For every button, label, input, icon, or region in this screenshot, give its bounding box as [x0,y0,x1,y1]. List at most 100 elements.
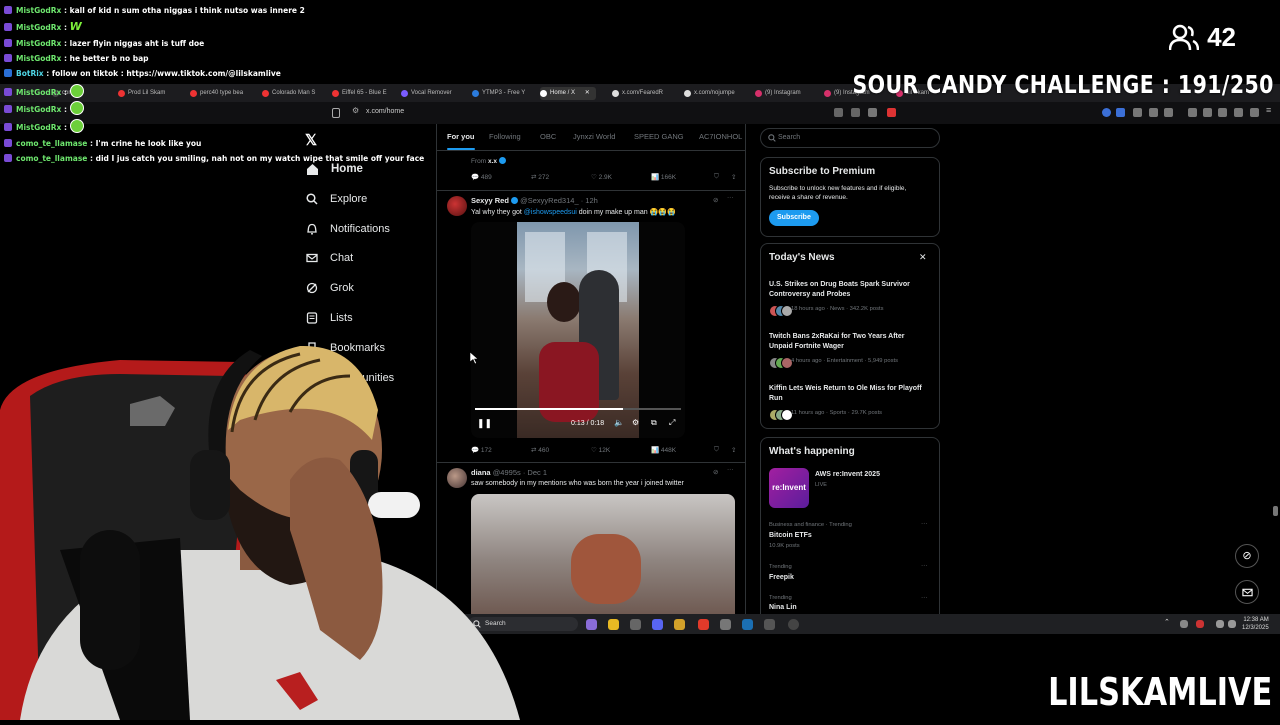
like-button[interactable]: ♡ 12K [591,446,610,454]
browser-tab[interactable]: Eiffel 65 - Blue E [332,87,387,100]
close-icon[interactable]: ✕ [919,252,927,263]
screenshot-icon[interactable] [834,108,843,117]
grok-icon[interactable]: ⊘ [713,196,718,204]
mention-link[interactable]: @ishowspeedsui [524,209,577,216]
subscribe-button[interactable]: Subscribe [769,210,819,226]
browser-tab[interactable]: Vocal Remover [401,87,452,100]
news-item-title[interactable]: Twitch Bans 2xRaKai for Two Years After … [769,332,929,352]
close-tab-icon[interactable]: ✕ [585,90,590,96]
avatar[interactable] [447,196,467,216]
browser-tab[interactable]: x.com/nojumpe [684,87,735,100]
shield-icon[interactable] [868,108,877,117]
settings-icon[interactable]: ⚙ [632,418,639,427]
event-title[interactable]: AWS re:Invent 2025 [815,471,880,478]
messages-button[interactable] [1235,580,1259,604]
event-thumbnail[interactable]: re:Invent [769,468,809,508]
views-button[interactable]: 📊 166K [651,173,676,181]
share-icon[interactable]: ⇪ [731,173,736,181]
search-box[interactable]: Search [760,128,940,148]
nav-explore[interactable]: Explore [306,189,367,209]
more-icon[interactable]: ··· [727,466,734,473]
trend-context: Trending [769,595,792,601]
trend-name[interactable]: Freepik [769,574,794,581]
browser-tab[interactable]: YTMP3 - Free Y [472,87,525,100]
file-explorer-icon[interactable] [608,619,619,630]
like-button[interactable]: ♡ 2.9K [591,173,612,181]
browser-tab-active[interactable]: Home / X ✕ [540,87,596,100]
bookmark-icon[interactable] [332,108,340,118]
sidebar-icon[interactable] [1203,108,1212,117]
bookmark-icon[interactable]: ⛉ [714,173,719,181]
nav-chat[interactable]: Chat [306,248,353,268]
news-item-title[interactable]: U.S. Strikes on Drug Boats Spark Survivo… [769,280,929,300]
tweet-author[interactable]: Sexyy Red @SexyyRed314_ · 12h [471,196,598,205]
menu-icon[interactable]: ≡ [1266,105,1271,115]
store-icon[interactable] [630,619,641,630]
grok-icon[interactable]: ⊘ [713,468,718,476]
url-field[interactable]: x.com/home [366,108,404,115]
views-button[interactable]: 📊 448K [651,446,676,454]
tab-label: Vocal Remover [411,90,452,96]
tab-obc[interactable]: OBC [540,132,556,141]
more-icon[interactable]: ··· [921,594,928,601]
feed-tabs: For you Following OBC Jynxzi World SPEED… [437,124,745,151]
share-icon[interactable]: ⇪ [731,446,736,454]
nav-notifications[interactable]: Notifications [306,219,390,239]
tray-icon[interactable] [1180,620,1188,628]
nav-grok[interactable]: Grok [306,278,354,298]
monitor-icon[interactable] [1216,620,1224,628]
extension-icon[interactable] [1116,108,1125,117]
app-icon[interactable] [764,619,775,630]
taskbar-clock[interactable]: 12:38 AM 12/3/2025 [1242,616,1269,632]
download-icon[interactable] [1250,108,1259,117]
extension-icon[interactable] [1164,108,1173,117]
wallet-icon[interactable] [1218,108,1227,117]
repost-button[interactable]: ⇄ 272 [531,173,549,181]
obs-icon[interactable] [720,619,731,630]
from-name[interactable]: x.x [488,158,497,165]
discord-icon[interactable] [652,619,663,630]
extension-icon[interactable] [1133,108,1142,117]
app-icon[interactable] [674,619,685,630]
browser-tab[interactable]: Colorado Man S [262,87,315,100]
bookmark-icon[interactable]: ⛉ [714,446,719,454]
pip-icon[interactable]: ⧉ [651,418,657,428]
steam-icon[interactable] [742,619,753,630]
share-icon[interactable] [851,108,860,117]
tab-label: (9) Instagram [765,90,801,96]
extension-icon[interactable] [1102,108,1111,117]
tab-ac7ionhol[interactable]: AC7IONHOL [699,132,742,141]
more-icon[interactable]: ··· [921,520,928,527]
more-icon[interactable]: ··· [921,562,928,569]
brave-icon[interactable] [698,619,709,630]
tab-jynxzi-world[interactable]: Jynxzi World [573,132,615,141]
trend-name[interactable]: Nina Lin [769,604,797,611]
tab-speed-gang[interactable]: SPEED GANG [634,132,684,141]
more-icon[interactable]: ··· [727,194,734,201]
site-info-icon[interactable]: ⚙ [352,106,359,115]
browser-tab[interactable]: (9) Instagram [755,87,801,100]
extension-icon[interactable] [1149,108,1158,117]
browser-tab[interactable]: x.com/FearedR [612,87,663,100]
x-logo-icon[interactable]: 𝕏 [305,131,317,149]
brave-rewards-icon[interactable] [887,108,896,117]
volume-icon[interactable] [1228,620,1236,628]
browser-tab[interactable]: perc40 type bea [190,87,243,100]
browser-tab[interactable]: Prod Lil Skam [118,87,165,100]
scrollbar-thumb[interactable] [1273,506,1278,516]
music-icon[interactable] [1188,108,1197,117]
tab-for-you[interactable]: For you [447,132,475,150]
tray-chevron-icon[interactable]: ⌃ [1164,618,1170,626]
trend-name[interactable]: Bitcoin ETFs [769,532,812,539]
volume-icon[interactable]: 🔈 [614,418,624,427]
tray-icon[interactable] [1196,620,1204,628]
grok-icon[interactable]: ⊘ [1235,544,1259,568]
app-icon[interactable] [788,619,799,630]
reply-button[interactable]: 💬 489 [471,173,492,181]
news-item-title[interactable]: Kiffin Lets Weis Return to Ole Miss for … [769,384,929,404]
viewers-icon [1169,24,1200,50]
copilot-icon[interactable] [586,619,597,630]
tab-following[interactable]: Following [489,132,521,141]
leo-icon[interactable] [1234,108,1243,117]
fullscreen-icon[interactable]: ⤢ [669,418,675,428]
